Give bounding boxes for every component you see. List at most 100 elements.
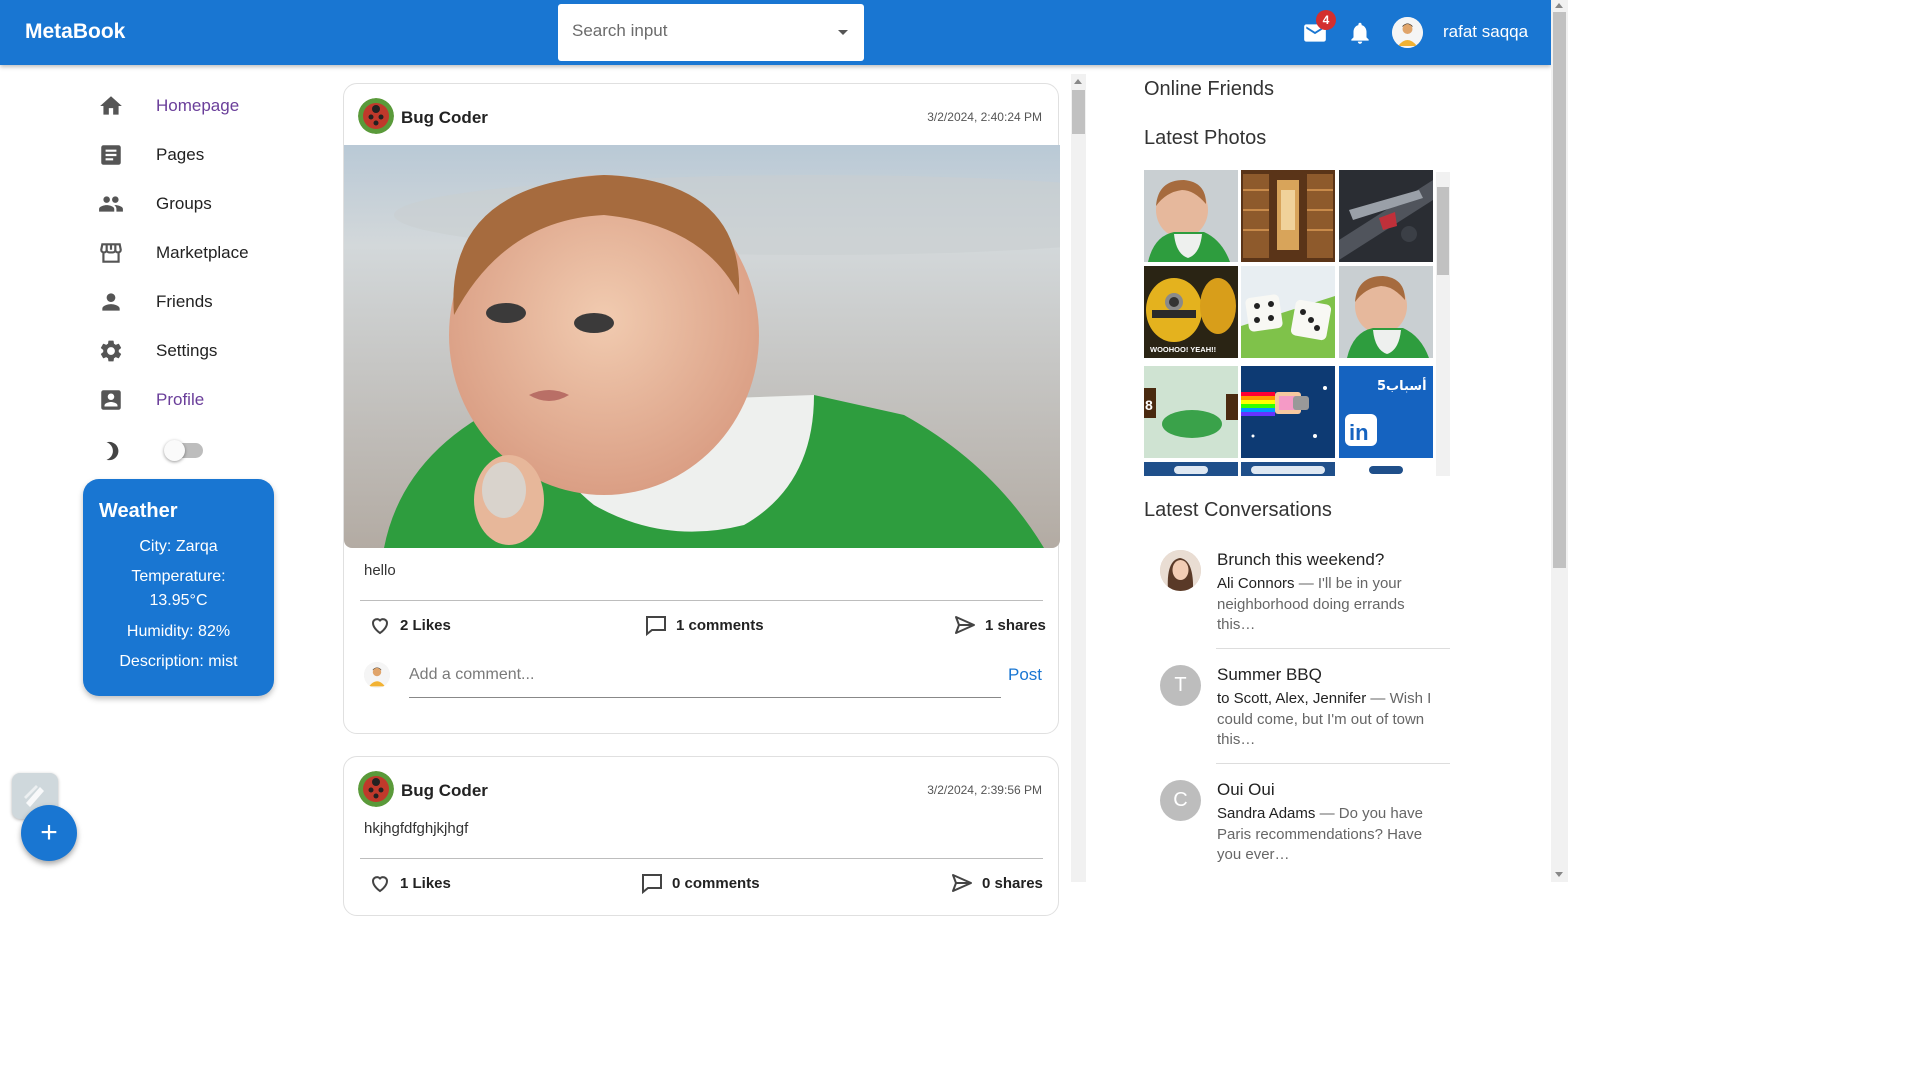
person-icon [102, 293, 120, 311]
photo-thumbnail[interactable] [1144, 170, 1238, 262]
photo-thumbnail[interactable] [1241, 266, 1335, 358]
post-text: hello [364, 562, 396, 579]
like-button[interactable]: 1 Likes [368, 871, 488, 897]
photo-thumbnail[interactable]: 8 [1144, 366, 1238, 458]
search-field[interactable] [558, 4, 864, 61]
bell-icon[interactable] [1347, 20, 1373, 46]
scroll-down-arrow[interactable] [1555, 872, 1563, 877]
chevron-down-icon[interactable] [838, 30, 848, 35]
scroll-thumb[interactable] [1553, 12, 1566, 568]
sidebar-item-label: Groups [156, 194, 212, 213]
post-author[interactable]: Bug Coder [401, 781, 488, 801]
page-scrollbar[interactable] [1551, 0, 1568, 882]
photo-caption: WOOHOO! YEAH!! [1150, 345, 1216, 354]
comment-button[interactable]: 0 comments [640, 871, 780, 897]
post-author[interactable]: Bug Coder [401, 108, 488, 128]
photo-thumbnail[interactable] [1339, 462, 1433, 476]
app-bar: MetaBook 4 rafat saqqa [0, 0, 1551, 65]
comments-count: 1 comments [676, 617, 764, 634]
sidebar-item-pages[interactable]: Pages [98, 140, 298, 170]
brand-logo[interactable]: MetaBook [25, 20, 125, 44]
avatar [1160, 550, 1201, 591]
comment-field[interactable] [409, 654, 1001, 698]
conversation-title: Summer BBQ [1217, 665, 1322, 684]
online-friends-heading: Online Friends [1144, 78, 1275, 100]
svg-text:in: in [1349, 420, 1369, 445]
scroll-up-arrow[interactable] [1074, 79, 1082, 84]
photo-thumbnail[interactable] [1339, 266, 1433, 358]
author-avatar[interactable] [358, 771, 394, 807]
like-button[interactable]: 2 Likes [368, 613, 488, 639]
photo-thumbnail[interactable]: WOOHOO! YEAH!! [1144, 266, 1238, 358]
photo-thumbnail[interactable]: أسباب5 in [1339, 366, 1433, 458]
divider [360, 600, 1043, 601]
photo-thumbnail[interactable] [1339, 170, 1433, 262]
comment-icon [642, 874, 662, 895]
share-button[interactable]: 0 shares [950, 871, 1050, 897]
home-icon [100, 96, 122, 115]
sidebar-item-label: Marketplace [156, 243, 249, 262]
shares-count: 0 shares [982, 875, 1043, 892]
latest-conversations-heading: Latest Conversations [1144, 499, 1332, 521]
weather-widget: Weather City: Zarqa Temperature: 13.95°C… [83, 479, 274, 696]
sidebar-item-marketplace[interactable]: Marketplace [98, 238, 298, 268]
sidebar-item-label: Settings [156, 341, 218, 360]
sidebar-item-label: Friends [156, 292, 213, 311]
mail-badge: 4 [1316, 10, 1336, 30]
divider [1216, 648, 1450, 649]
commenter-avatar [364, 662, 390, 688]
sidebar-item-label: Profile [156, 390, 205, 409]
avatar[interactable] [1392, 17, 1423, 48]
author-avatar[interactable] [358, 98, 394, 134]
conversation-sender: Ali Connors [1217, 575, 1295, 592]
weather-humidity: Humidity: 82% [126, 623, 231, 640]
sidebar-item-friends[interactable]: Friends [98, 287, 298, 317]
send-icon [955, 616, 975, 634]
sidebar-item-settings[interactable]: Settings [98, 336, 298, 366]
article-icon [101, 145, 121, 165]
scroll-thumb[interactable] [1437, 187, 1449, 275]
feed-scrollbar[interactable] [1071, 74, 1086, 882]
sidebar-item-groups[interactable]: Groups [98, 189, 298, 219]
search-input[interactable] [572, 21, 822, 41]
post-image[interactable] [344, 145, 1060, 548]
sidebar-item-profile[interactable]: Profile [98, 385, 298, 415]
comment-input[interactable] [409, 654, 1001, 684]
share-button[interactable]: 1 shares [953, 613, 1053, 639]
scroll-up-arrow[interactable] [1555, 3, 1563, 8]
post-comment-button[interactable]: Post [1008, 665, 1042, 685]
conversation-item[interactable]: C Oui Oui Sandra Adams — Do you have Par… [1160, 780, 1450, 870]
dark-mode-toggle[interactable] [164, 440, 203, 461]
photo-thumbnail[interactable] [1241, 170, 1335, 262]
conversation-snippet: to Scott, Alex, Jennifer — Wish I could … [1217, 689, 1437, 751]
latest-photos-grid: WOOHOO! YEAH!! 8 أسباب5 in [1144, 170, 1450, 476]
photo-thumbnail[interactable] [1241, 366, 1335, 458]
photos-scrollbar[interactable] [1436, 172, 1450, 476]
toggle-knob[interactable] [164, 440, 185, 461]
groups-icon [99, 196, 123, 212]
username[interactable]: rafat saqqa [1443, 22, 1528, 42]
sidebar-item-label: Pages [156, 145, 205, 164]
photo-caption: أسباب5 [1377, 377, 1427, 394]
weather-temperature-label: Temperature: [131, 568, 226, 585]
conversation-item[interactable]: Brunch this weekend? Ali Connors — I'll … [1160, 550, 1450, 640]
scroll-thumb[interactable] [1072, 90, 1085, 134]
likes-count: 2 Likes [400, 617, 451, 634]
conversation-snippet: Ali Connors — I'll be in your neighborho… [1217, 574, 1437, 636]
post-date: 3/2/2024, 2:40:24 PM [927, 110, 1042, 124]
photo-thumbnail[interactable] [1241, 462, 1335, 476]
avatar: C [1160, 780, 1201, 821]
dark-mode-icon [106, 441, 119, 461]
account-box-icon [101, 390, 121, 410]
weather-temperature-value: 13.95°C [149, 592, 208, 609]
divider [360, 858, 1043, 859]
comments-count: 0 comments [672, 875, 760, 892]
add-fab-button[interactable]: + [21, 805, 77, 861]
conversation-sender: to Scott, Alex, Jennifer [1217, 690, 1367, 707]
conversation-item[interactable]: T Summer BBQ to Scott, Alex, Jennifer — … [1160, 665, 1450, 755]
comment-button[interactable]: 1 comments [644, 613, 784, 639]
weather-title: Weather [99, 500, 178, 522]
photo-thumbnail[interactable] [1144, 462, 1238, 476]
sidebar-item-homepage[interactable]: Homepage [98, 91, 298, 121]
heart-icon [371, 618, 389, 635]
